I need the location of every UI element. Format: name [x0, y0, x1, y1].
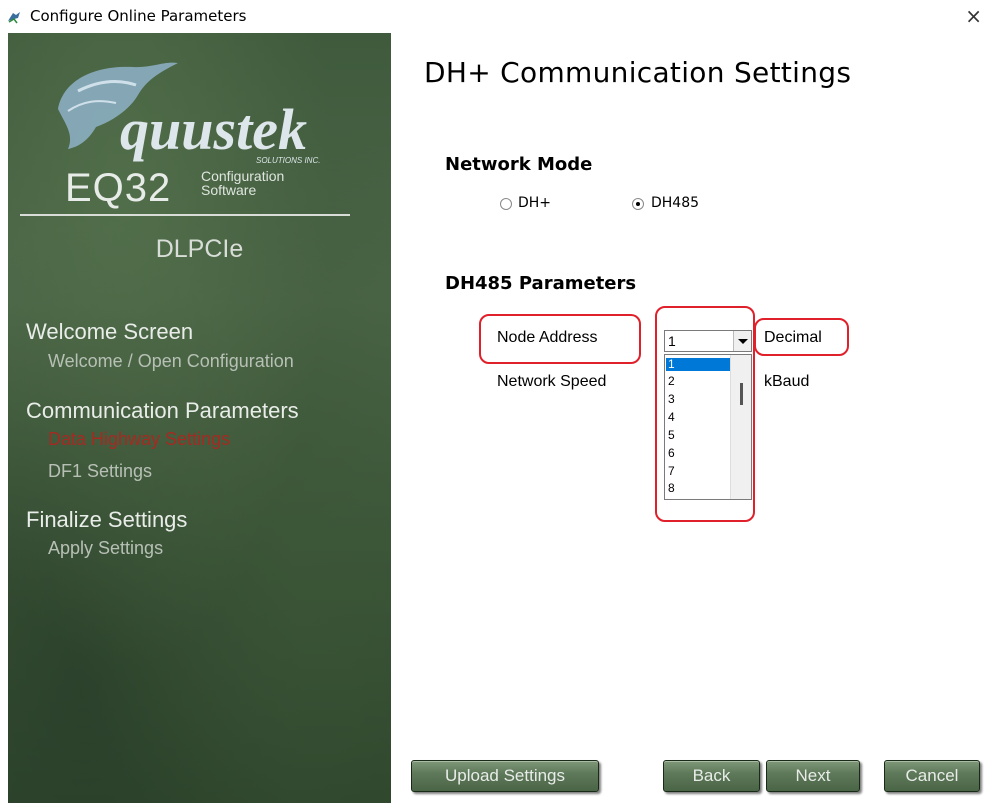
node-address-value: 1: [668, 333, 676, 349]
dropdown-option[interactable]: 7: [666, 465, 730, 478]
nav-item-df1[interactable]: DF1 Settings: [48, 461, 152, 482]
cancel-button[interactable]: Cancel: [884, 760, 980, 792]
nav-welcome-screen: Welcome Screen: [26, 319, 194, 344]
radio-dh-plus[interactable]: [500, 198, 512, 210]
network-mode-heading: Network Mode: [445, 154, 593, 175]
app-icon: [8, 12, 20, 24]
scrollbar-thumb[interactable]: [740, 383, 743, 405]
radio-dh485-label: DH485: [651, 195, 700, 211]
network-speed-unit: kBaud: [764, 373, 810, 390]
app-subtitle: Configuration Software: [201, 169, 284, 197]
radio-dh-plus-label: DH+: [518, 195, 552, 211]
nav-item-apply-settings[interactable]: Apply Settings: [48, 538, 163, 559]
app-subtitle-line2: Software: [201, 182, 257, 198]
node-address-select[interactable]: 1: [664, 330, 752, 352]
page-title: DH+ Communication Settings: [424, 56, 852, 89]
dropdown-option[interactable]: 8: [666, 482, 730, 495]
node-address-unit: Decimal: [764, 329, 822, 346]
app-name: EQ32: [65, 166, 172, 210]
sidebar-divider: [20, 214, 350, 216]
window-title: Configure Online Parameters: [30, 7, 247, 25]
dropdown-option[interactable]: 1: [666, 358, 730, 371]
nav-communication-parameters: Communication Parameters: [26, 398, 299, 423]
chevron-down-icon[interactable]: [733, 331, 751, 351]
close-icon[interactable]: ×: [965, 4, 982, 28]
equustek-logo: quustek SOLUTIONS INC.: [58, 62, 320, 165]
back-button[interactable]: Back: [663, 760, 760, 792]
dropdown-option[interactable]: 3: [666, 393, 730, 406]
dropdown-option[interactable]: 4: [666, 411, 730, 424]
node-address-dropdown-list[interactable]: 1 2 3 4 5 6 7 8: [664, 354, 752, 500]
radio-dh485[interactable]: [632, 198, 644, 210]
sidebar: quustek SOLUTIONS INC. EQ32 Configuratio…: [8, 33, 391, 803]
dropdown-option[interactable]: 6: [666, 447, 730, 460]
dropdown-scrollbar[interactable]: [730, 355, 751, 499]
network-speed-label: Network Speed: [497, 373, 607, 390]
title-bar: Configure Online Parameters ×: [0, 0, 990, 33]
product-name: DLPCIe: [155, 235, 244, 263]
logo-subtext: SOLUTIONS INC.: [256, 156, 320, 165]
node-address-label: Node Address: [497, 329, 598, 346]
nav-finalize-settings: Finalize Settings: [26, 507, 188, 532]
dropdown-option[interactable]: 5: [666, 429, 730, 442]
nav-item-welcome-open[interactable]: Welcome / Open Configuration: [48, 351, 294, 372]
nav-item-data-highway[interactable]: Data Highway Settings: [48, 429, 230, 450]
dropdown-option[interactable]: 2: [666, 375, 730, 388]
upload-settings-button[interactable]: Upload Settings: [411, 760, 599, 792]
app-subtitle-line1: Configuration: [201, 168, 285, 184]
dh485-params-heading: DH485 Parameters: [445, 273, 637, 294]
next-button[interactable]: Next: [766, 760, 860, 792]
logo-wordmark: quustek: [120, 97, 307, 162]
